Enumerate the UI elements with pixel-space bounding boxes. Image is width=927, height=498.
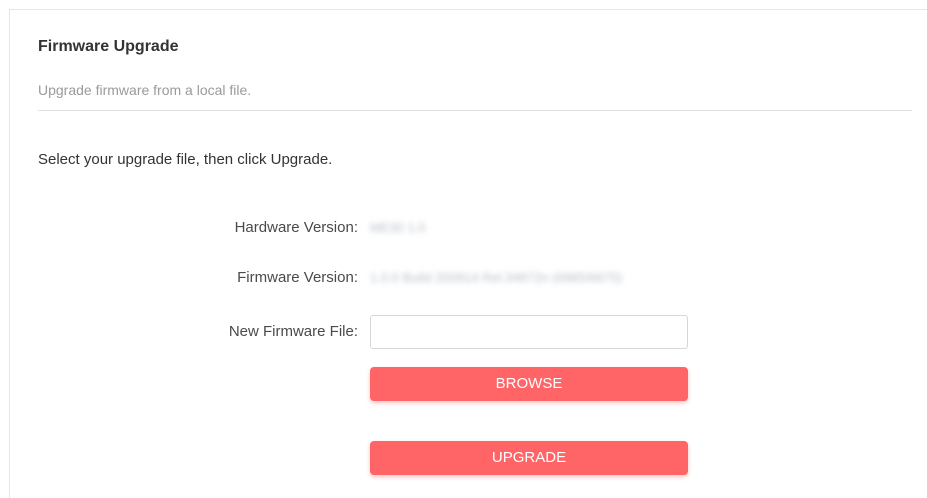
- browse-button[interactable]: BROWSE: [370, 367, 688, 401]
- page-title: Firmware Upgrade: [38, 38, 179, 55]
- new-firmware-file-label: New Firmware File:: [228, 323, 358, 340]
- hardware-version-label: Hardware Version:: [234, 219, 358, 236]
- page-subtitle: Upgrade firmware from a local file.: [38, 82, 252, 98]
- instruction-text: Select your upgrade file, then click Upg…: [38, 151, 333, 168]
- section-divider: [38, 110, 912, 111]
- upgrade-button[interactable]: UPGRADE: [370, 441, 688, 475]
- hardware-version-value: ME30 1.0: [370, 220, 426, 235]
- firmware-upgrade-panel: Firmware Upgrade Upgrade firmware from a…: [9, 9, 927, 498]
- firmware-version-label: Firmware Version:: [237, 269, 358, 286]
- firmware-version-value: 1.0.0 Build 200914 Rel.34872n (6985/6675…: [370, 270, 623, 285]
- firmware-file-input[interactable]: [370, 315, 688, 349]
